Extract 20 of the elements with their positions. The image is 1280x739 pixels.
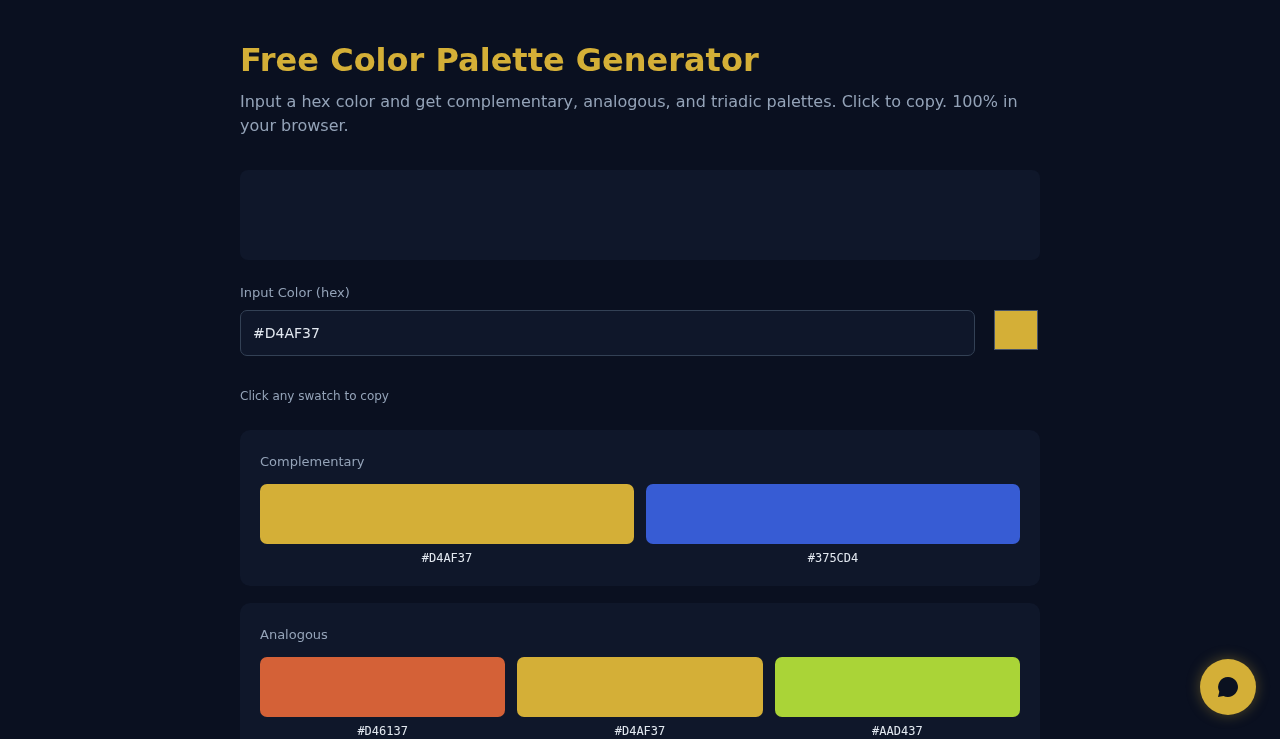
hex-code: #375CD4 bbox=[807, 551, 859, 565]
hex-input-field[interactable]: #D4AF37 bbox=[240, 310, 975, 356]
color-swatch[interactable] bbox=[517, 657, 763, 717]
hex-code: #AAD437 bbox=[872, 724, 923, 738]
page-subtitle: Input a hex color and get complementary, analogous, and triadic palettes. Click to copy. 100% in your browser. bbox=[240, 91, 1019, 137]
hex-code: #D4AF37 bbox=[421, 551, 473, 565]
color-swatch[interactable] bbox=[260, 484, 634, 544]
color-swatch[interactable] bbox=[646, 484, 1020, 544]
chat-bubble-icon bbox=[1217, 676, 1239, 698]
field-label: Input Color (hex) bbox=[240, 285, 350, 301]
hex-code: #D4AF37 bbox=[614, 724, 666, 738]
chat-button[interactable] bbox=[1200, 659, 1256, 715]
page-title: Free Color Palette Generator bbox=[240, 41, 759, 79]
color-swatch[interactable] bbox=[774, 657, 1020, 717]
hex-code: #D46137 bbox=[357, 724, 408, 738]
hint-text: Click any swatch to copy bbox=[240, 388, 389, 404]
palette-title: Complementary bbox=[260, 454, 365, 470]
color-preview-swatch[interactable] bbox=[994, 310, 1038, 350]
color-swatch[interactable] bbox=[260, 657, 506, 717]
palette-title: Analogous bbox=[260, 627, 328, 643]
